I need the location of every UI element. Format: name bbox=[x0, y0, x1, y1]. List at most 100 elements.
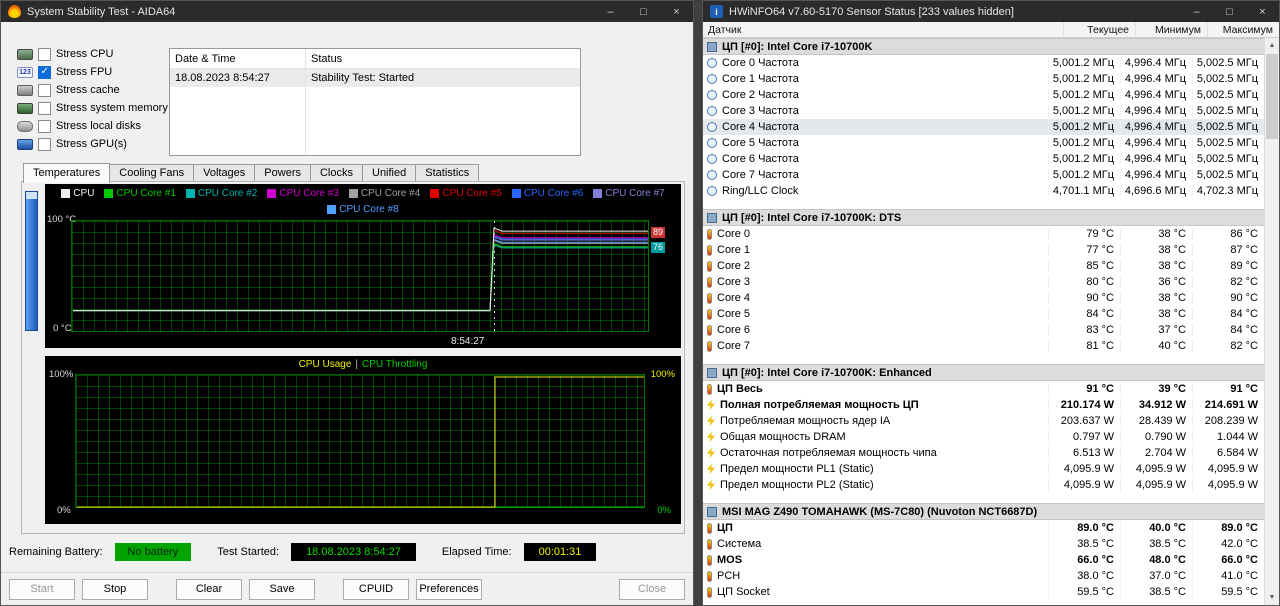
sensor-row[interactable]: Core 6 Частота 5,001.2 МГц 4,996.4 МГц 5,00… bbox=[703, 151, 1264, 167]
chart-scale-slider[interactable] bbox=[25, 191, 38, 331]
sensor-row[interactable]: Core 3 Частота 5,001.2 МГц 4,996.4 МГц 5,00… bbox=[703, 103, 1264, 119]
sensor-row[interactable]: Core 0 79 °C 38 °C 86 °C bbox=[703, 226, 1264, 242]
stop-button[interactable]: Stop bbox=[82, 578, 148, 600]
stress-option-stress-cache[interactable]: Stress cache bbox=[17, 81, 168, 99]
sensor-row[interactable]: MOS 66.0 °C 48.0 °C 66.0 °C bbox=[703, 552, 1264, 568]
sensor-row[interactable]: Core 4 90 °C 38 °C 90 °C bbox=[703, 290, 1264, 306]
vertical-scrollbar[interactable]: ▲ ▼ bbox=[1264, 38, 1279, 605]
thermometer-icon bbox=[707, 383, 712, 395]
sensor-row[interactable]: Система 38.5 °C 38.5 °C 42.0 °C bbox=[703, 536, 1264, 552]
aida64-titlebar[interactable]: System Stability Test - AIDA64 – □ × bbox=[1, 1, 693, 22]
sensor-row[interactable]: ЦП 89.0 °C 40.0 °C 89.0 °C bbox=[703, 520, 1264, 536]
save-button[interactable]: Save bbox=[249, 578, 315, 600]
sensor-section-header[interactable]: ЦП [#0]: Intel Core i7-10700K: DTS bbox=[703, 209, 1264, 226]
sensor-row[interactable]: Полная потребляемая мощность ЦП 210.174 W… bbox=[703, 397, 1264, 413]
sensor-value-maximum: 5,002.5 МГц bbox=[1192, 57, 1264, 69]
hwinfo-titlebar[interactable]: i HWiNFO64 v7.60-5170 Sensor Status [233… bbox=[703, 1, 1279, 22]
tab-cooling-fans[interactable]: Cooling Fans bbox=[109, 164, 195, 182]
aida64-maximize-button[interactable]: □ bbox=[627, 1, 660, 22]
sensor-row[interactable]: Core 0 Частота 5,001.2 МГц 4,996.4 МГц 5,00… bbox=[703, 55, 1264, 71]
sensor-row[interactable]: PCH 38.0 °C 37.0 °C 41.0 °C bbox=[703, 568, 1264, 584]
sensor-row[interactable]: Core 7 81 °C 40 °C 82 °C bbox=[703, 338, 1264, 354]
column-header-datetime[interactable]: Date & Time bbox=[170, 53, 305, 65]
stress-checkbox[interactable] bbox=[38, 83, 51, 97]
legend-checkbox[interactable] bbox=[104, 189, 114, 198]
sensor-row[interactable]: Ring/LLC Clock 4,701.1 МГц 4,696.6 МГц 4,70… bbox=[703, 183, 1264, 199]
sensor-row[interactable]: Core 4 Частота 5,001.2 МГц 4,996.4 МГц 5,00… bbox=[703, 119, 1264, 135]
legend-label: CPU Core #1 bbox=[116, 188, 176, 199]
sensor-row[interactable]: Core 7 Частота 5,001.2 МГц 4,996.4 МГц 5,00… bbox=[703, 167, 1264, 183]
sensor-value-maximum: 82 °C bbox=[1192, 276, 1264, 288]
slider-thumb[interactable] bbox=[26, 192, 37, 199]
stress-checkbox[interactable] bbox=[38, 65, 51, 79]
sensor-row[interactable]: ЦП Весь 91 °C 39 °C 91 °C bbox=[703, 381, 1264, 397]
sensor-label: Core 3 Частота bbox=[707, 105, 1048, 117]
sensor-section-header[interactable]: ЦП [#0]: Intel Core i7-10700K: Enhanced bbox=[703, 364, 1264, 381]
scroll-down-icon[interactable]: ▼ bbox=[1265, 590, 1279, 605]
sensor-row[interactable]: Core 2 Частота 5,001.2 МГц 4,996.4 МГц 5,00… bbox=[703, 87, 1264, 103]
column-header-minimum[interactable]: Минимум bbox=[1135, 22, 1207, 37]
legend-checkbox[interactable] bbox=[267, 189, 277, 198]
hwinfo-maximize-button[interactable]: □ bbox=[1213, 1, 1246, 22]
legend-checkbox[interactable] bbox=[593, 189, 603, 198]
sensor-row[interactable]: Остаточная потребляемая мощность чипа 6.5… bbox=[703, 445, 1264, 461]
close-button[interactable]: Close bbox=[619, 578, 685, 600]
tab-voltages[interactable]: Voltages bbox=[193, 164, 256, 182]
stress-checkbox[interactable] bbox=[38, 119, 51, 133]
tab-clocks[interactable]: Clocks bbox=[309, 164, 363, 182]
legend-checkbox[interactable] bbox=[511, 189, 521, 198]
sensor-row[interactable]: Core 1 77 °C 38 °C 87 °C bbox=[703, 242, 1264, 258]
scrollbar-thumb[interactable] bbox=[1266, 54, 1278, 139]
stress-checkbox[interactable] bbox=[38, 101, 51, 115]
legend-checkbox[interactable] bbox=[327, 205, 337, 214]
column-header-status[interactable]: Status bbox=[305, 53, 580, 65]
legend-checkbox[interactable] bbox=[348, 189, 358, 198]
tab-powers[interactable]: Powers bbox=[254, 164, 311, 182]
table-row[interactable]: 18.08.2023 8:54:27 Stability Test: Start… bbox=[170, 69, 580, 87]
hwinfo-close-button[interactable]: × bbox=[1246, 1, 1279, 22]
sensor-row[interactable]: Core 6 83 °C 37 °C 84 °C bbox=[703, 322, 1264, 338]
legend-checkbox[interactable] bbox=[185, 189, 195, 198]
stress-option-stress-cpu[interactable]: Stress CPU bbox=[17, 45, 168, 63]
start-button[interactable]: Start bbox=[9, 578, 75, 600]
lightning-icon bbox=[707, 431, 715, 443]
stress-checkbox[interactable] bbox=[38, 137, 51, 151]
tab-statistics[interactable]: Statistics bbox=[415, 164, 480, 182]
hwinfo-window-controls: – □ × bbox=[1180, 1, 1279, 22]
cpuid-button[interactable]: CPUID bbox=[343, 578, 409, 600]
sensor-row[interactable]: Предел мощности PL2 (Static) 4,095.9 W 4,0… bbox=[703, 477, 1264, 493]
sensor-row[interactable]: Core 5 84 °C 38 °C 84 °C bbox=[703, 306, 1264, 322]
stress-option-stress-gpu-s[interactable]: Stress GPU(s) bbox=[17, 135, 168, 153]
legend-checkbox[interactable] bbox=[61, 189, 71, 198]
tab-temperatures[interactable]: Temperatures bbox=[23, 163, 111, 183]
sensor-section-header[interactable]: MSI MAG Z490 TOMAHAWK (MS-7C80) (Nuvoton… bbox=[703, 503, 1264, 520]
sensor-row[interactable]: Core 1 Частота 5,001.2 МГц 4,996.4 МГц 5,00… bbox=[703, 71, 1264, 87]
legend-checkbox[interactable] bbox=[430, 189, 440, 198]
aida64-close-button[interactable]: × bbox=[660, 1, 693, 22]
hwinfo-minimize-button[interactable]: – bbox=[1180, 1, 1213, 22]
stress-checkbox[interactable] bbox=[38, 47, 51, 61]
tab-unified[interactable]: Unified bbox=[362, 164, 417, 182]
column-header-sensor[interactable]: Датчик bbox=[703, 22, 1063, 37]
sensor-section-header[interactable]: ЦП [#0]: Intel Core i7-10700K bbox=[703, 38, 1264, 55]
sensor-row[interactable]: Потребляемая мощность ядер IA 203.637 W 28… bbox=[703, 413, 1264, 429]
column-header-maximum[interactable]: Максимум bbox=[1207, 22, 1279, 37]
aida64-minimize-button[interactable]: – bbox=[594, 1, 627, 22]
sensor-name: Полная потребляемая мощность ЦП bbox=[720, 399, 919, 411]
hwinfo-app-icon: i bbox=[710, 5, 723, 18]
stress-option-stress-local-disks[interactable]: Stress local disks bbox=[17, 117, 168, 135]
stress-option-stress-system-memory[interactable]: Stress system memory bbox=[17, 99, 168, 117]
sensor-value-current: 90 °C bbox=[1048, 292, 1120, 304]
sensor-row[interactable]: Core 2 85 °C 38 °C 89 °C bbox=[703, 258, 1264, 274]
sensor-row[interactable]: ЦП Socket 59.5 °C 38.5 °C 59.5 °C bbox=[703, 584, 1264, 600]
sensor-row[interactable]: Предел мощности PL1 (Static) 4,095.9 W 4,0… bbox=[703, 461, 1264, 477]
sensor-row[interactable]: Core 5 Частота 5,001.2 МГц 4,996.4 МГц 5,00… bbox=[703, 135, 1264, 151]
scroll-up-icon[interactable]: ▲ bbox=[1265, 38, 1279, 53]
sensor-row[interactable]: Core 3 80 °C 36 °C 82 °C bbox=[703, 274, 1264, 290]
sensor-row[interactable]: Общая мощность DRAM 0.797 W 0.790 W 1.044 W bbox=[703, 429, 1264, 445]
stress-option-stress-fpu[interactable]: 123 Stress FPU bbox=[17, 63, 168, 81]
test-events-table[interactable]: Date & Time Status 18.08.2023 8:54:27 St… bbox=[169, 48, 581, 156]
clear-button[interactable]: Clear bbox=[176, 578, 242, 600]
preferences-button[interactable]: Preferences bbox=[416, 578, 482, 600]
column-header-current[interactable]: Текущее bbox=[1063, 22, 1135, 37]
